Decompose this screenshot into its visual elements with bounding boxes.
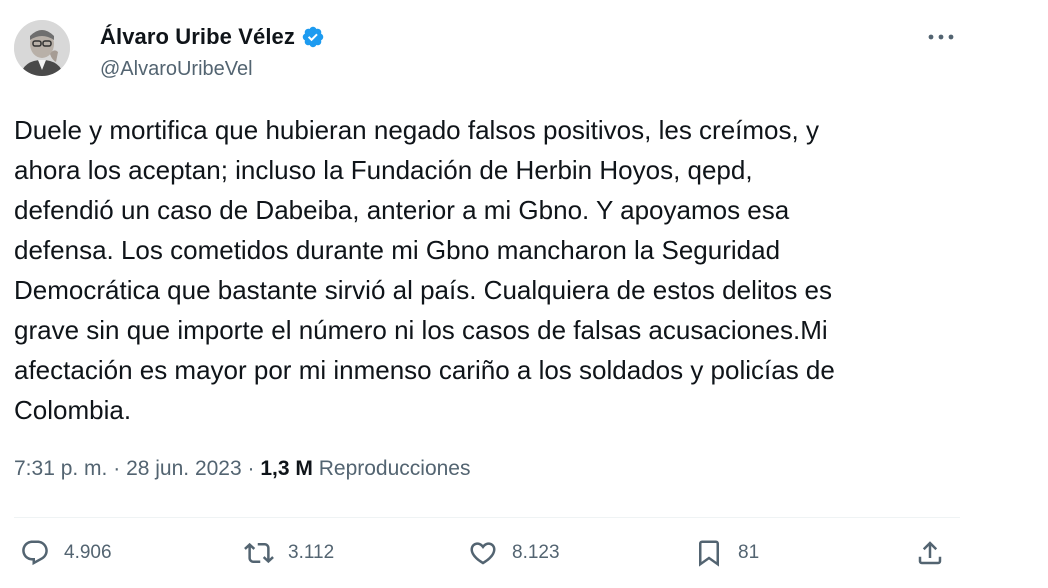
like-count: 8.123 [512, 542, 560, 563]
retweet-icon [244, 542, 274, 564]
avatar-photo-icon [14, 20, 70, 76]
reply-count: 4.906 [64, 542, 112, 563]
verified-badge-icon [302, 26, 324, 48]
heart-icon [470, 542, 496, 565]
reply-button[interactable]: 4.906 [20, 538, 112, 568]
author-name-row: Álvaro Uribe Vélez [100, 24, 325, 50]
avatar[interactable] [14, 20, 70, 76]
author-display-name[interactable]: Álvaro Uribe Vélez [100, 24, 295, 50]
tweet-date[interactable]: 28 jun. 2023 [126, 457, 242, 481]
retweet-button[interactable]: 3.112 [244, 538, 334, 568]
meta-separator: · [241, 457, 261, 480]
like-button[interactable]: 8.123 [468, 538, 560, 568]
views-label: Reproducciones [318, 457, 471, 480]
bookmark-button[interactable]: 81 [694, 538, 759, 568]
author-handle[interactable]: @AlvaroUribeVel [100, 58, 253, 81]
action-bar: 4.906 3.112 8.123 81 [0, 538, 1048, 578]
more-options-icon [928, 34, 954, 40]
tweet-time[interactable]: 7:31 p. m. [14, 457, 107, 481]
reply-icon [22, 540, 48, 566]
retweet-count: 3.112 [288, 542, 335, 563]
divider [14, 517, 960, 518]
bookmark-icon [699, 540, 719, 567]
tweet-card: Álvaro Uribe Vélez @AlvaroUribeVel Duele… [0, 0, 1048, 588]
share-button[interactable] [915, 538, 945, 568]
share-icon [918, 541, 942, 565]
tweet-text: Duele y mortifica que hubieran negado fa… [14, 115, 835, 425]
more-options-button[interactable] [924, 24, 958, 50]
bookmark-count: 81 [738, 542, 760, 563]
views-count: 1,3 M [260, 457, 313, 480]
meta-separator: · [107, 457, 127, 480]
tweet-meta: 7:31 p. m. · 28 jun. 2023 · 1,3 M Reprod… [14, 457, 470, 481]
